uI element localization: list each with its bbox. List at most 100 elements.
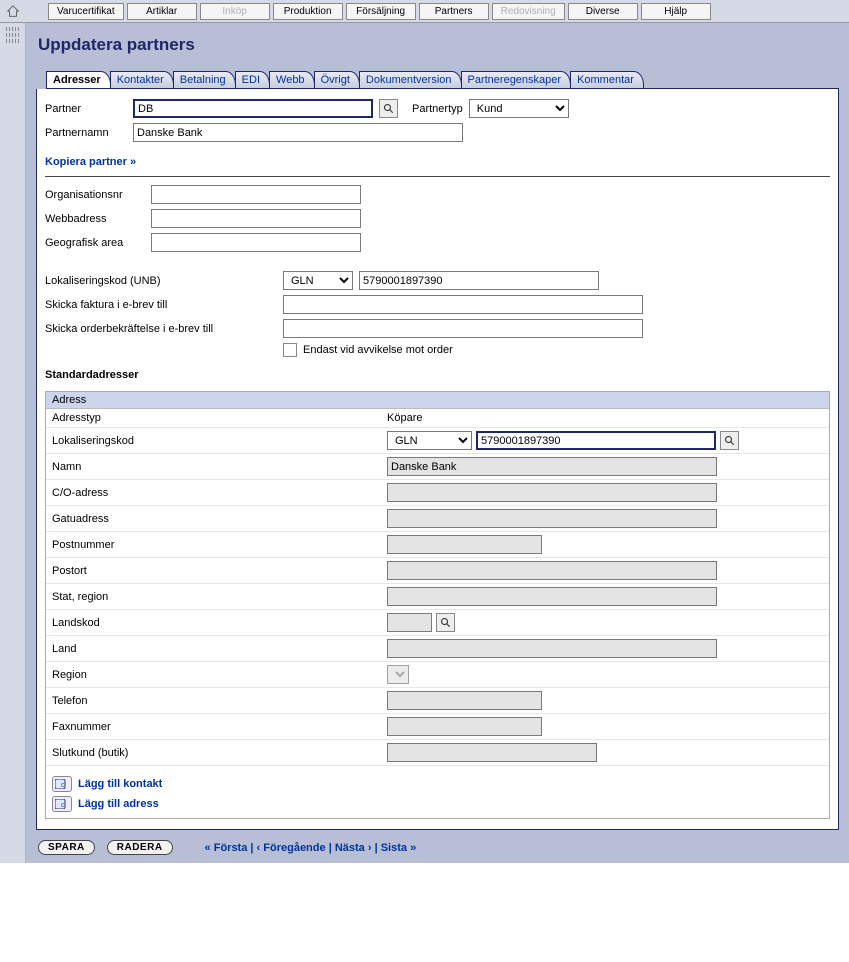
topbar-btn-redovisning: Redovisning (492, 3, 565, 20)
addr-lokkod-input[interactable] (476, 431, 716, 450)
topbar-btn-försäljning[interactable]: Försäljning (346, 3, 416, 20)
topbar-btn-inköp: Inköp (200, 3, 270, 20)
addr-landskod-lookup-button[interactable] (436, 613, 455, 632)
addr-slutkund-input (387, 743, 597, 762)
addr-lokkod-label: Lokaliseringskod (52, 435, 387, 447)
tab-adresser[interactable]: Adresser (46, 71, 111, 88)
topbar-btn-varucertifikat[interactable]: Varucertifikat (48, 3, 124, 20)
tab-dokumentversion[interactable]: Dokumentversion (359, 71, 462, 88)
addr-stat-label: Stat, region (52, 591, 387, 603)
addr-fax-label: Faxnummer (52, 721, 387, 733)
lokkod-input[interactable] (359, 271, 599, 290)
page-title: Uppdatera partners (38, 35, 839, 55)
topbar-buttons: VarucertifikatArtiklarInköpProduktionFör… (48, 3, 711, 20)
save-button[interactable]: SPARA (38, 840, 95, 855)
partnernamn-label: Partnernamn (45, 127, 127, 139)
tab-kommentar[interactable]: Kommentar (570, 71, 644, 88)
topbar-btn-hjälp[interactable]: Hjälp (641, 3, 711, 20)
topbar-btn-partners[interactable]: Partners (419, 3, 489, 20)
geoarea-input[interactable] (151, 233, 361, 252)
adresstyp-value: Köpare (387, 412, 422, 424)
addr-telefon-input (387, 691, 542, 710)
add-address-icon[interactable]: c (52, 796, 72, 812)
topbar-btn-artiklar[interactable]: Artiklar (127, 3, 197, 20)
webbadress-input[interactable] (151, 209, 361, 228)
tab-webb[interactable]: Webb (269, 71, 315, 88)
content-area: Uppdatera partners AdresserKontakterBeta… (26, 23, 849, 863)
first-link[interactable]: « Första (205, 842, 248, 854)
addr-postort-label: Postort (52, 565, 387, 577)
partnertyp-select[interactable]: Kund (469, 99, 569, 118)
grip-icon (6, 39, 20, 43)
address-block-title: Adress (46, 392, 829, 409)
top-toolbar: VarucertifikatArtiklarInköpProduktionFör… (0, 0, 849, 23)
partner-input[interactable] (133, 99, 373, 118)
next-link[interactable]: Nästa › (335, 842, 372, 854)
delete-button[interactable]: RADERA (107, 840, 173, 855)
svg-text:c: c (61, 782, 65, 789)
addr-landskod-input (387, 613, 432, 632)
partner-label: Partner (45, 103, 127, 115)
addr-namn-label: Namn (52, 461, 387, 473)
last-link[interactable]: Sista » (381, 842, 416, 854)
addr-postnr-input (387, 535, 542, 554)
tab-edi[interactable]: EDI (235, 71, 270, 88)
orgnr-label: Organisationsnr (45, 189, 145, 201)
home-icon[interactable] (4, 2, 22, 20)
tab-row: AdresserKontakterBetalningEDIWebbÖvrigtD… (46, 71, 839, 89)
tab-partneregenskaper[interactable]: Partneregenskaper (461, 71, 572, 88)
addr-lokkod-type-select[interactable]: GLN (387, 431, 472, 450)
partner-lookup-button[interactable] (379, 99, 398, 118)
orgnr-input[interactable] (151, 185, 361, 204)
addr-postnr-label: Postnummer (52, 539, 387, 551)
addr-gatu-label: Gatuadress (52, 513, 387, 525)
left-sidebar (0, 23, 26, 863)
orderbek-email-label: Skicka orderbekräftelse i e-brev till (45, 323, 277, 335)
addr-postort-input (387, 561, 717, 580)
tab-kontakter[interactable]: Kontakter (110, 71, 174, 88)
partnernamn-input[interactable] (133, 123, 463, 142)
tab-övrigt[interactable]: Övrigt (314, 71, 360, 88)
addr-stat-input (387, 587, 717, 606)
lokkod-label: Lokaliseringskod (UNB) (45, 275, 277, 287)
addr-region-select (387, 665, 409, 684)
addr-co-label: C/O-adress (52, 487, 387, 499)
prev-link[interactable]: ‹ Föregående (257, 842, 326, 854)
webbadress-label: Webbadress (45, 213, 145, 225)
geoarea-label: Geografisk area (45, 237, 145, 249)
addr-namn-input (387, 457, 717, 476)
faktura-email-input[interactable] (283, 295, 643, 314)
orderbek-email-input[interactable] (283, 319, 643, 338)
standard-addresses-heading: Standardadresser (45, 369, 830, 381)
faktura-email-label: Skicka faktura i e-brev till (45, 299, 277, 311)
addr-slutkund-label: Slutkund (butik) (52, 747, 387, 759)
addr-region-label: Region (52, 669, 387, 681)
addr-land-input (387, 639, 717, 658)
tab-betalning[interactable]: Betalning (173, 71, 236, 88)
addr-telefon-label: Telefon (52, 695, 387, 707)
footer-bar: SPARA RADERA « Första | ‹ Föregående | N… (38, 840, 839, 855)
lokkod-type-select[interactable]: GLN (283, 271, 353, 290)
pagination-links: « Första | ‹ Föregående | Nästa › | Sist… (205, 842, 417, 854)
addr-landskod-label: Landskod (52, 617, 387, 629)
addr-fax-input (387, 717, 542, 736)
addr-lokkod-lookup-button[interactable] (720, 431, 739, 450)
svg-text:c: c (61, 802, 65, 809)
addr-land-label: Land (52, 643, 387, 655)
topbar-btn-produktion[interactable]: Produktion (273, 3, 343, 20)
avvikelse-checkbox[interactable] (283, 343, 297, 357)
panel-adresser: Partner Partnertyp Kund Partnernamn Kopi… (36, 89, 839, 830)
divider (45, 176, 830, 177)
add-address-link[interactable]: Lägg till adress (78, 798, 159, 810)
partnertyp-label: Partnertyp (412, 103, 463, 115)
adresstyp-label: Adresstyp (52, 412, 387, 424)
add-contact-icon[interactable]: c (52, 776, 72, 792)
avvikelse-label: Endast vid avvikelse mot order (303, 344, 453, 356)
addr-gatu-input (387, 509, 717, 528)
grip-icon (6, 33, 20, 37)
grip-icon (6, 27, 20, 31)
add-contact-link[interactable]: Lägg till kontakt (78, 778, 162, 790)
copy-partner-link[interactable]: Kopiera partner » (45, 156, 136, 168)
topbar-btn-diverse[interactable]: Diverse (568, 3, 638, 20)
addr-co-input (387, 483, 717, 502)
